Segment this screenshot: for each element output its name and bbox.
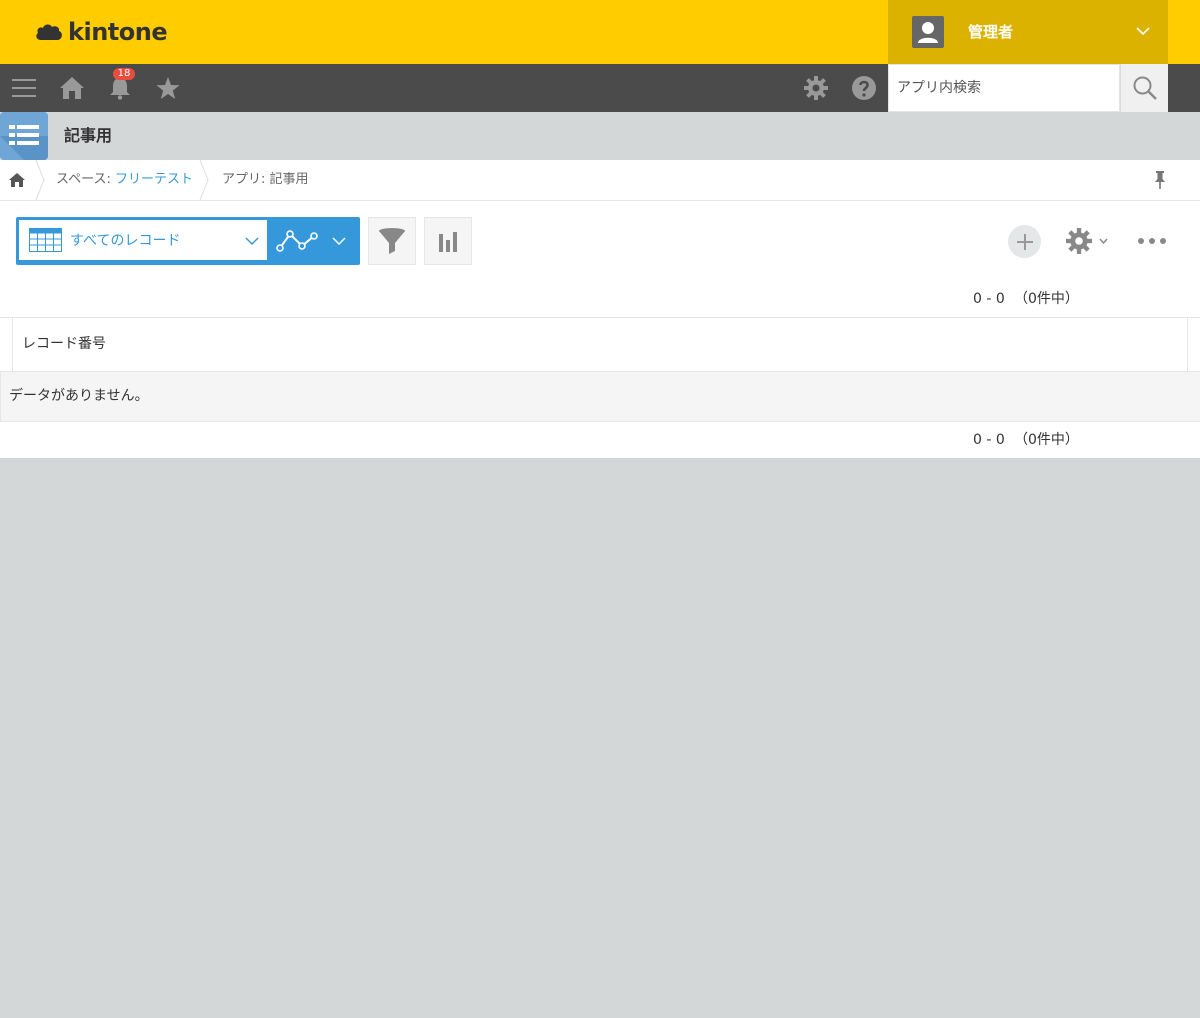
user-name: 管理者 xyxy=(968,23,1014,41)
app-settings-button[interactable] xyxy=(1064,226,1112,256)
gear-icon[interactable] xyxy=(804,76,828,100)
chevron-down-icon xyxy=(245,237,259,246)
breadcrumb-space: スペース: フリーテスト xyxy=(56,171,193,189)
pin-icon[interactable] xyxy=(1152,170,1168,190)
notification-badge: 18 xyxy=(113,68,135,80)
ellipsis-icon xyxy=(1138,238,1166,244)
menu-icon[interactable] xyxy=(12,76,36,100)
breadcrumb-app: アプリ: 記事用 xyxy=(222,172,309,187)
column-header-record-number[interactable] xyxy=(12,318,1188,371)
breadcrumb-space-link[interactable]: フリーテスト xyxy=(115,172,193,187)
breadcrumb-home-icon[interactable] xyxy=(9,172,25,188)
table-view-icon xyxy=(29,228,62,252)
search-icon xyxy=(1133,76,1157,100)
app-title-bar xyxy=(0,112,1200,160)
avatar xyxy=(912,16,944,48)
app-icon[interactable] xyxy=(0,112,48,160)
breadcrumb-space-prefix: スペース: xyxy=(56,172,115,187)
list-icon xyxy=(0,125,48,160)
cloud-logo-icon xyxy=(36,24,62,40)
empty-row xyxy=(0,372,1200,422)
star-icon[interactable] xyxy=(156,76,180,100)
add-record-button[interactable] xyxy=(1008,225,1041,258)
user-menu[interactable]: 管理者 xyxy=(888,0,1168,64)
graph-dropdown[interactable] xyxy=(270,220,356,260)
empty-message: データがありません。 xyxy=(9,388,149,404)
pager-range: 0 - 0 xyxy=(973,432,1005,448)
filter-icon xyxy=(379,228,405,254)
kintone-logo[interactable]: kintone xyxy=(34,16,168,48)
user-icon xyxy=(918,22,938,43)
chevron-down-icon xyxy=(332,237,346,246)
filter-button[interactable] xyxy=(368,217,416,265)
breadcrumb-separator xyxy=(199,160,209,200)
chevron-down-icon xyxy=(1099,238,1108,245)
line-graph-icon xyxy=(276,230,318,252)
view-label: すべてのレコード xyxy=(70,233,181,249)
app-search-input[interactable] xyxy=(888,64,1120,112)
app-name: 記事用 xyxy=(64,126,113,145)
column-header-label: レコード番号 xyxy=(22,336,106,352)
pager-total: （0件中） xyxy=(1014,432,1079,448)
home-icon[interactable] xyxy=(60,76,84,100)
graph-button[interactable] xyxy=(424,217,472,265)
pager-total: （0件中） xyxy=(1014,291,1079,307)
gear-icon xyxy=(1066,228,1092,254)
pager-range: 0 - 0 xyxy=(973,291,1005,307)
bar-chart-icon xyxy=(439,232,457,252)
breadcrumb-separator xyxy=(35,160,45,200)
chevron-down-icon xyxy=(1136,27,1150,36)
help-icon[interactable] xyxy=(852,76,876,100)
search-button[interactable] xyxy=(1120,64,1168,112)
logo-text: kintone xyxy=(68,18,168,46)
more-options-button[interactable] xyxy=(1136,228,1168,254)
plus-icon xyxy=(1016,233,1033,250)
